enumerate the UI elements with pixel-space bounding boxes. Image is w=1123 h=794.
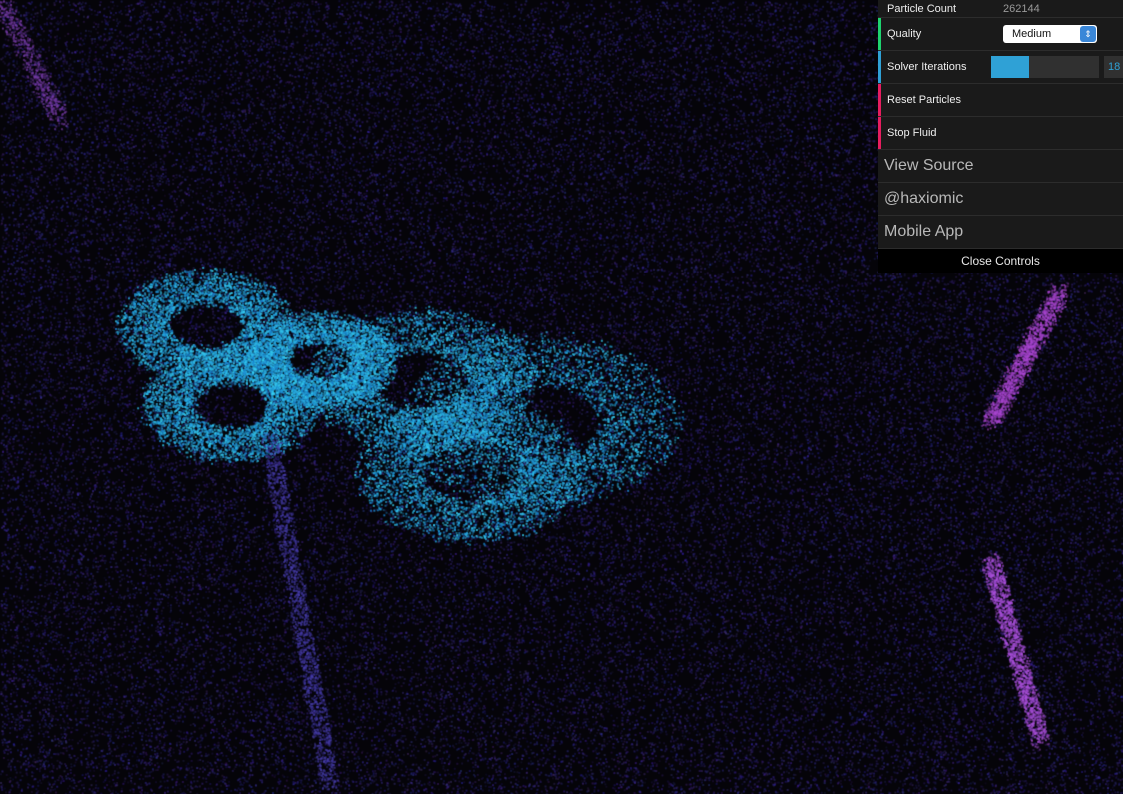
solver-iterations-slider-fill bbox=[991, 56, 1029, 78]
quality-label: Quality bbox=[887, 28, 922, 40]
mobile-app-link[interactable]: Mobile App bbox=[878, 216, 1123, 249]
controls-panel: Particle Count 262144 Quality Medium ⇕ S… bbox=[878, 0, 1123, 273]
reset-particles-label: Reset Particles bbox=[887, 94, 961, 106]
solver-iterations-label: Solver Iterations bbox=[887, 61, 967, 73]
quality-select-value: Medium bbox=[1012, 28, 1052, 40]
quality-color-bar bbox=[878, 18, 881, 50]
view-source-link[interactable]: View Source bbox=[878, 150, 1123, 183]
stop-fluid-label: Stop Fluid bbox=[887, 127, 937, 139]
stop-fluid-color-bar bbox=[878, 117, 881, 149]
solver-iterations-row: Solver Iterations 18 bbox=[878, 51, 1123, 84]
solver-iterations-input[interactable]: 18 bbox=[1104, 56, 1123, 78]
solver-iterations-color-bar bbox=[878, 51, 881, 83]
close-controls-button[interactable]: Close Controls bbox=[878, 249, 1123, 273]
solver-iterations-slider[interactable] bbox=[991, 56, 1099, 78]
twitter-handle-link[interactable]: @haxiomic bbox=[878, 183, 1123, 216]
quality-row: Quality Medium ⇕ bbox=[878, 18, 1123, 51]
particle-count-value: 262144 bbox=[1003, 2, 1040, 15]
app-stage[interactable]: Particle Count 262144 Quality Medium ⇕ S… bbox=[0, 0, 1123, 794]
reset-particles-color-bar bbox=[878, 84, 881, 116]
reset-particles-button[interactable]: Reset Particles bbox=[878, 84, 1123, 117]
particle-count-row: Particle Count 262144 bbox=[878, 0, 1123, 18]
quality-select[interactable]: Medium ⇕ bbox=[1003, 25, 1097, 43]
particle-count-label: Particle Count bbox=[887, 2, 957, 15]
chevron-up-down-icon: ⇕ bbox=[1080, 26, 1096, 42]
stop-fluid-button[interactable]: Stop Fluid bbox=[878, 117, 1123, 150]
